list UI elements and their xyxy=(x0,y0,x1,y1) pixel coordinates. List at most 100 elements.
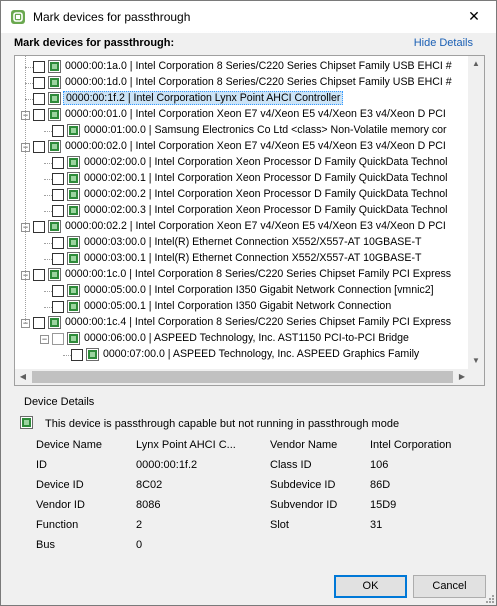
vsphere-logo-icon xyxy=(11,10,25,24)
tree-row-label: 0000:03:00.1 | Intel(R) Ethernet Connect… xyxy=(84,252,422,264)
close-button[interactable]: ✕ xyxy=(452,1,496,31)
passthrough-checkbox[interactable] xyxy=(52,301,64,313)
detail-value: 31 xyxy=(370,519,383,531)
tree-row[interactable]: −0000:00:02.2 | Intel Corporation Xeon E… xyxy=(15,219,470,235)
tree-row-label: 0000:05:00.1 | Intel Corporation I350 Gi… xyxy=(84,300,392,312)
detail-label: Device Name xyxy=(36,439,103,451)
tree-row-label: 0000:00:1d.0 | Intel Corporation 8 Serie… xyxy=(65,76,452,88)
tree-row-label: 0000:01:00.0 | Samsung Electronics Co Lt… xyxy=(84,124,447,136)
tree-row-label: 0000:05:00.0 | Intel Corporation I350 Gi… xyxy=(84,284,434,296)
tree-row-label: 0000:02:00.3 | Intel Corporation Xeon Pr… xyxy=(84,204,448,216)
tree-row-label: 0000:00:01.0 | Intel Corporation Xeon E7… xyxy=(65,108,446,120)
detail-label: Device ID xyxy=(36,479,84,491)
pci-device-icon xyxy=(20,416,33,429)
passthrough-dialog: Mark devices for passthrough ✕ Mark devi… xyxy=(0,0,497,606)
passthrough-checkbox[interactable] xyxy=(33,317,45,329)
passthrough-checkbox[interactable] xyxy=(33,109,45,121)
tree-row-label: 0000:02:00.2 | Intel Corporation Xeon Pr… xyxy=(84,188,448,200)
tree-row[interactable]: 0000:02:00.2 | Intel Corporation Xeon Pr… xyxy=(15,187,470,203)
passthrough-checkbox[interactable] xyxy=(33,93,45,105)
close-icon: ✕ xyxy=(468,8,480,24)
pci-device-icon xyxy=(67,156,80,169)
scrollbar-corner xyxy=(468,369,484,385)
passthrough-checkbox[interactable] xyxy=(52,253,64,265)
tree-row-label: 0000:00:1a.0 | Intel Corporation 8 Serie… xyxy=(65,60,452,72)
scroll-down-icon[interactable]: ▼ xyxy=(468,353,484,369)
passthrough-checkbox[interactable] xyxy=(52,173,64,185)
pci-device-icon xyxy=(86,348,99,361)
detail-value: 2 xyxy=(136,519,143,531)
passthrough-checkbox[interactable] xyxy=(52,157,64,169)
tree-connector xyxy=(25,56,26,323)
passthrough-checkbox[interactable] xyxy=(52,333,64,345)
tree-row[interactable]: 0000:01:00.0 | Samsung Electronics Co Lt… xyxy=(15,123,470,139)
detail-label: Class ID xyxy=(270,459,312,471)
detail-label: Vendor ID xyxy=(36,499,85,511)
passthrough-checkbox[interactable] xyxy=(33,221,45,233)
tree-row[interactable]: − 0000:06:00.0 | ASPEED Technology, Inc. … xyxy=(15,331,470,347)
passthrough-checkbox[interactable] xyxy=(33,77,45,89)
detail-label: Vendor Name xyxy=(270,439,338,451)
hide-details-link[interactable]: Hide Details xyxy=(414,37,473,49)
detail-value: 86D xyxy=(370,479,391,491)
tree-row[interactable]: 0000:02:00.1 | Intel Corporation Xeon Pr… xyxy=(15,171,470,187)
horizontal-scrollbar[interactable]: ◀ ▶ xyxy=(15,369,470,385)
window-title: Mark devices for passthrough xyxy=(33,10,191,24)
detail-label: ID xyxy=(36,459,47,471)
ok-button[interactable]: OK xyxy=(334,575,407,598)
collapse-toggle-icon[interactable]: − xyxy=(40,335,49,344)
passthrough-checkbox[interactable] xyxy=(52,189,64,201)
passthrough-checkbox[interactable] xyxy=(33,269,45,281)
passthrough-checkbox[interactable] xyxy=(71,349,83,361)
vertical-scrollbar[interactable]: ▲ ▼ xyxy=(468,56,484,369)
detail-label: Subdevice ID xyxy=(270,479,336,491)
tree-row[interactable]: 0000:03:00.0 | Intel(R) Ethernet Connect… xyxy=(15,235,470,251)
device-tree-viewport: 0000:00:1a.0 | Intel Corporation 8 Serie… xyxy=(15,56,470,369)
tree-row-label: 0000:00:02.0 | Intel Corporation Xeon E7… xyxy=(65,140,446,152)
title-bar: Mark devices for passthrough ✕ xyxy=(1,1,496,33)
device-details-title: Device Details xyxy=(24,396,95,408)
tree-row[interactable]: 0000:00:1d.0 | Intel Corporation 8 Serie… xyxy=(15,75,470,91)
tree-row-label: 0000:02:00.1 | Intel Corporation Xeon Pr… xyxy=(84,172,448,184)
scroll-up-icon[interactable]: ▲ xyxy=(468,56,484,72)
resize-grip-icon[interactable] xyxy=(484,593,494,603)
tree-row-label: 0000:02:00.0 | Intel Corporation Xeon Pr… xyxy=(84,156,448,168)
passthrough-checkbox[interactable] xyxy=(33,61,45,73)
cancel-button[interactable]: Cancel xyxy=(413,575,486,598)
tree-row[interactable]: 0000:07:00.0 | ASPEED Technology, Inc. A… xyxy=(15,347,470,363)
pci-device-icon xyxy=(48,108,61,121)
scroll-left-icon[interactable]: ◀ xyxy=(15,369,31,385)
tree-row[interactable]: 0000:02:00.0 | Intel Corporation Xeon Pr… xyxy=(15,155,470,171)
passthrough-checkbox[interactable] xyxy=(52,205,64,217)
pci-device-icon xyxy=(67,188,80,201)
horizontal-scroll-thumb[interactable] xyxy=(32,371,453,383)
tree-row-label: 0000:00:02.2 | Intel Corporation Xeon E7… xyxy=(65,220,446,232)
detail-value: 0000:00:1f.2 xyxy=(136,459,198,471)
tree-row[interactable]: 0000:00:1f.2 | Intel Corporation Lynx Po… xyxy=(15,91,470,107)
tree-row[interactable]: −0000:00:1c.4 | Intel Corporation 8 Seri… xyxy=(15,315,470,331)
passthrough-checkbox[interactable] xyxy=(52,285,64,297)
tree-row[interactable]: 0000:02:00.3 | Intel Corporation Xeon Pr… xyxy=(15,203,470,219)
passthrough-checkbox[interactable] xyxy=(33,141,45,153)
pci-device-icon xyxy=(48,60,61,73)
tree-row[interactable]: 0000:03:00.1 | Intel(R) Ethernet Connect… xyxy=(15,251,470,267)
tree-row[interactable]: 0000:05:00.0 | Intel Corporation I350 Gi… xyxy=(15,283,470,299)
pci-device-icon xyxy=(48,268,61,281)
passthrough-checkbox[interactable] xyxy=(52,237,64,249)
pci-device-icon xyxy=(48,140,61,153)
passthrough-checkbox[interactable] xyxy=(52,125,64,137)
tree-row-label: 0000:06:00.0 | ASPEED Technology, Inc. A… xyxy=(84,332,409,344)
tree-row[interactable]: −0000:00:1c.0 | Intel Corporation 8 Seri… xyxy=(15,267,470,283)
tree-row[interactable]: 0000:05:00.1 | Intel Corporation I350 Gi… xyxy=(15,299,470,315)
device-tree[interactable]: 0000:00:1a.0 | Intel Corporation 8 Serie… xyxy=(14,55,485,386)
detail-value: 8086 xyxy=(136,499,161,511)
tree-row-label: 0000:00:1c.0 | Intel Corporation 8 Serie… xyxy=(65,268,452,280)
tree-row[interactable]: −0000:00:02.0 | Intel Corporation Xeon E… xyxy=(15,139,470,155)
pci-device-icon xyxy=(67,284,80,297)
pci-device-icon xyxy=(48,316,61,329)
tree-row[interactable]: −0000:00:01.0 | Intel Corporation Xeon E… xyxy=(15,107,470,123)
pci-device-icon xyxy=(67,172,80,185)
tree-row-label: 0000:03:00.0 | Intel(R) Ethernet Connect… xyxy=(84,236,422,248)
tree-row[interactable]: 0000:00:1a.0 | Intel Corporation 8 Serie… xyxy=(15,59,470,75)
pci-device-icon xyxy=(48,76,61,89)
